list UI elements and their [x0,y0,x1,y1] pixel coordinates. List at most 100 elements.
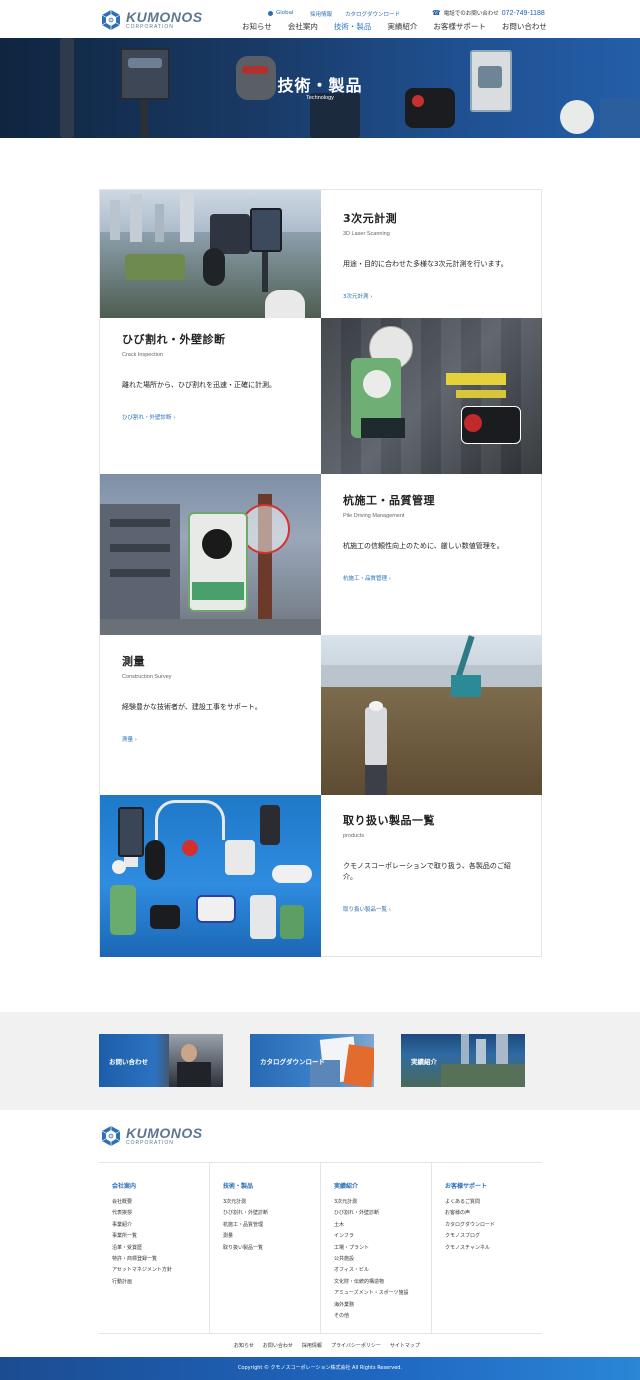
footer-link[interactable]: 工場・プラント [334,1243,431,1254]
footer-link[interactable]: ひび割れ・外壁診断 [223,1208,320,1219]
nav-support[interactable]: お客様サポート [433,21,486,32]
subnav-contact[interactable]: お問い合わせ [263,1342,293,1349]
catalog-download-banner[interactable]: カタログダウンロード [250,1034,374,1087]
site-header: KUMONOS CORPORATION Global 採用情報 カタログダウンロ… [0,0,640,38]
contact-banner[interactable]: お問い合わせ [99,1034,223,1087]
phone-label: 電話でのお問い合わせ [443,11,499,17]
footer-logo[interactable]: KUMONOS CORPORATION [100,1125,203,1147]
globe-icon [268,10,273,16]
footer-link[interactable]: カタログダウンロード [445,1220,542,1231]
page-title: 技術・製品 [277,76,363,95]
service-subtitle: Pile Driving Management [343,513,405,519]
nav-news[interactable]: お知らせ [242,21,272,32]
nav-works[interactable]: 実績紹介 [387,21,417,32]
footer-sitemap: 会社案内 会社概要 代表挨拶 事業紹介 事業所一覧 沿革・受賞歴 特許・商標登録… [99,1162,542,1334]
page-subtitle: Technology [306,95,334,101]
banner-label: お問い合わせ [109,1058,148,1066]
service-image-construction-survey [321,635,542,795]
service-link-3d-scanning[interactable]: 3次元計測 › [343,292,523,300]
footer-link[interactable]: クモノスブログ [445,1231,542,1242]
chevron-right-icon: › [173,415,176,422]
subnav-recruit[interactable]: 採用情報 [302,1342,322,1349]
service-title: 取り扱い製品一覧 [343,814,435,827]
service-title: 測量 [122,655,145,668]
footer-link[interactable]: 行動計画 [112,1277,210,1288]
works-banner[interactable]: 実績紹介 [401,1034,525,1087]
logo-text: KUMONOS [126,1125,203,1141]
footer-link[interactable]: 測量 [223,1231,320,1242]
footer-link[interactable]: 杭施工・品質管理 [223,1220,320,1231]
footer-link[interactable]: 事業所一覧 [112,1231,210,1242]
service-block-3d-scanning: 3次元計測 3D Laser Scanning 用途・目的に合わせた多様な3次元… [343,210,523,300]
service-block-construction-survey: 測量 Construction Survey 経験豊かな技術者が、建設工事をサポ… [122,653,302,743]
service-link-products[interactable]: 取り扱い製品一覧 › [343,905,523,913]
service-link-construction-survey[interactable]: 測量 › [122,735,302,743]
footer-link[interactable]: アミューズメント・スポーツ施設 [334,1288,431,1299]
chevron-right-icon: › [134,737,137,744]
phone-contact[interactable]: ☎ 電話でのお問い合わせ 072-749-1188 [432,9,545,17]
service-subtitle: Crack Inspection [122,352,163,358]
footer-link[interactable]: お客様の声 [445,1208,542,1219]
nav-company[interactable]: 会社案内 [288,21,318,32]
footer-link[interactable]: 取り扱い製品一覧 [223,1243,320,1254]
footer-link[interactable]: 沿革・受賞歴 [112,1243,210,1254]
footer-col-support: お客様サポート よくあるご質問 お客様の声 カタログダウンロード クモノスブログ… [431,1163,542,1333]
recruit-link[interactable]: 採用情報 [310,10,332,18]
footer-col-technology: 技術・製品 3次元計測 ひび割れ・外壁診断 杭施工・品質管理 測量 取り扱い製品… [209,1163,320,1333]
footer-link[interactable]: 土木 [334,1220,431,1231]
footer-link[interactable]: インフラ [334,1231,431,1242]
footer-subnav: お知らせ お問い合わせ 採用情報 プライバシーポリシー サイトマップ [234,1342,429,1349]
footer-link[interactable]: アセットマネジメント方針 [112,1265,210,1276]
service-description: クモノスコーポレーションで取り扱う、各製品のご紹介。 [343,862,511,882]
footer-link[interactable]: 公共施設 [334,1254,431,1265]
footer-link[interactable]: 代表挨拶 [112,1208,210,1219]
service-description: 経験豊かな技術者が、建設工事をサポート。 [122,703,262,711]
service-description: 離れた場所から、ひび割れを迅速・正確に計測。 [122,381,276,389]
service-title: 3次元計測 [343,212,398,225]
footer-link[interactable]: 事業紹介 [112,1220,210,1231]
chevron-right-icon: › [388,907,391,914]
service-description: 用途・目的に合わせた多様な3次元計測を行います。 [343,260,508,268]
footer-col-title[interactable]: お客様サポート [445,1181,542,1190]
nav-contact[interactable]: お問い合わせ [502,21,547,32]
hero-banner: 技術・製品 Technology [0,38,640,138]
catalog-download-link[interactable]: カタログダウンロード [345,10,400,18]
subnav-news[interactable]: お知らせ [234,1342,254,1349]
service-title: ひび割れ・外壁診断 [122,333,226,346]
service-image-crack-inspection [321,318,542,474]
footer-link[interactable]: 3次元計測 [334,1197,431,1208]
service-block-pile-driving: 杭施工・品質管理 Pile Driving Management 杭施工の信頼性… [343,492,523,582]
footer-link[interactable]: よくあるご質問 [445,1197,542,1208]
service-link-pile-driving[interactable]: 杭施工・品質管理 › [343,574,523,582]
service-block-crack-inspection: ひび割れ・外壁診断 Crack Inspection 離れた場所から、ひび割れを… [122,331,302,421]
footer-link[interactable]: ひび割れ・外壁診断 [334,1208,431,1219]
footer-link[interactable]: 海外業務 [334,1300,431,1311]
global-link[interactable]: Global [268,10,294,16]
service-image-products [100,795,321,957]
footer-link[interactable]: 特許・商標登録一覧 [112,1254,210,1265]
footer-col-title[interactable]: 技術・製品 [223,1181,320,1190]
service-subtitle: Construction Survey [122,674,172,680]
main-nav: お知らせ 会社案内 技術・製品 実績紹介 お客様サポート お問い合わせ [242,21,547,32]
logo-text: KUMONOS [126,9,203,25]
nav-technology[interactable]: 技術・製品 [334,21,372,32]
footer-col-title[interactable]: 実績紹介 [334,1181,431,1190]
copyright-bar: Copyright © クモノスコーポレーション株式会社 All Rights … [0,1357,640,1380]
site-logo[interactable]: KUMONOS CORPORATION [100,9,203,31]
service-image-3d-scanning [100,190,321,318]
footer-link[interactable]: 文化財・伝統的構造物 [334,1277,431,1288]
subnav-privacy[interactable]: プライバシーポリシー [331,1342,381,1349]
service-subtitle: products [343,833,365,839]
footer-link[interactable]: オフィス・ビル [334,1265,431,1276]
footer-link[interactable]: 会社概要 [112,1197,210,1208]
footer-link[interactable]: 3次元計測 [223,1197,320,1208]
logo-subtext: CORPORATION [126,24,174,30]
service-link-crack-inspection[interactable]: ひび割れ・外壁診断 › [122,413,302,421]
footer-col-title[interactable]: 会社案内 [112,1181,210,1190]
service-description: 杭施工の信頼性向上のために、厳しい数値管理を。 [343,542,504,550]
footer-link[interactable]: その他 [334,1311,431,1322]
logo-mark-icon [100,9,122,31]
subnav-sitemap[interactable]: サイトマップ [390,1342,420,1349]
footer-link[interactable]: クモノスチャンネル [445,1243,542,1254]
logo-mark-icon [100,1125,122,1147]
